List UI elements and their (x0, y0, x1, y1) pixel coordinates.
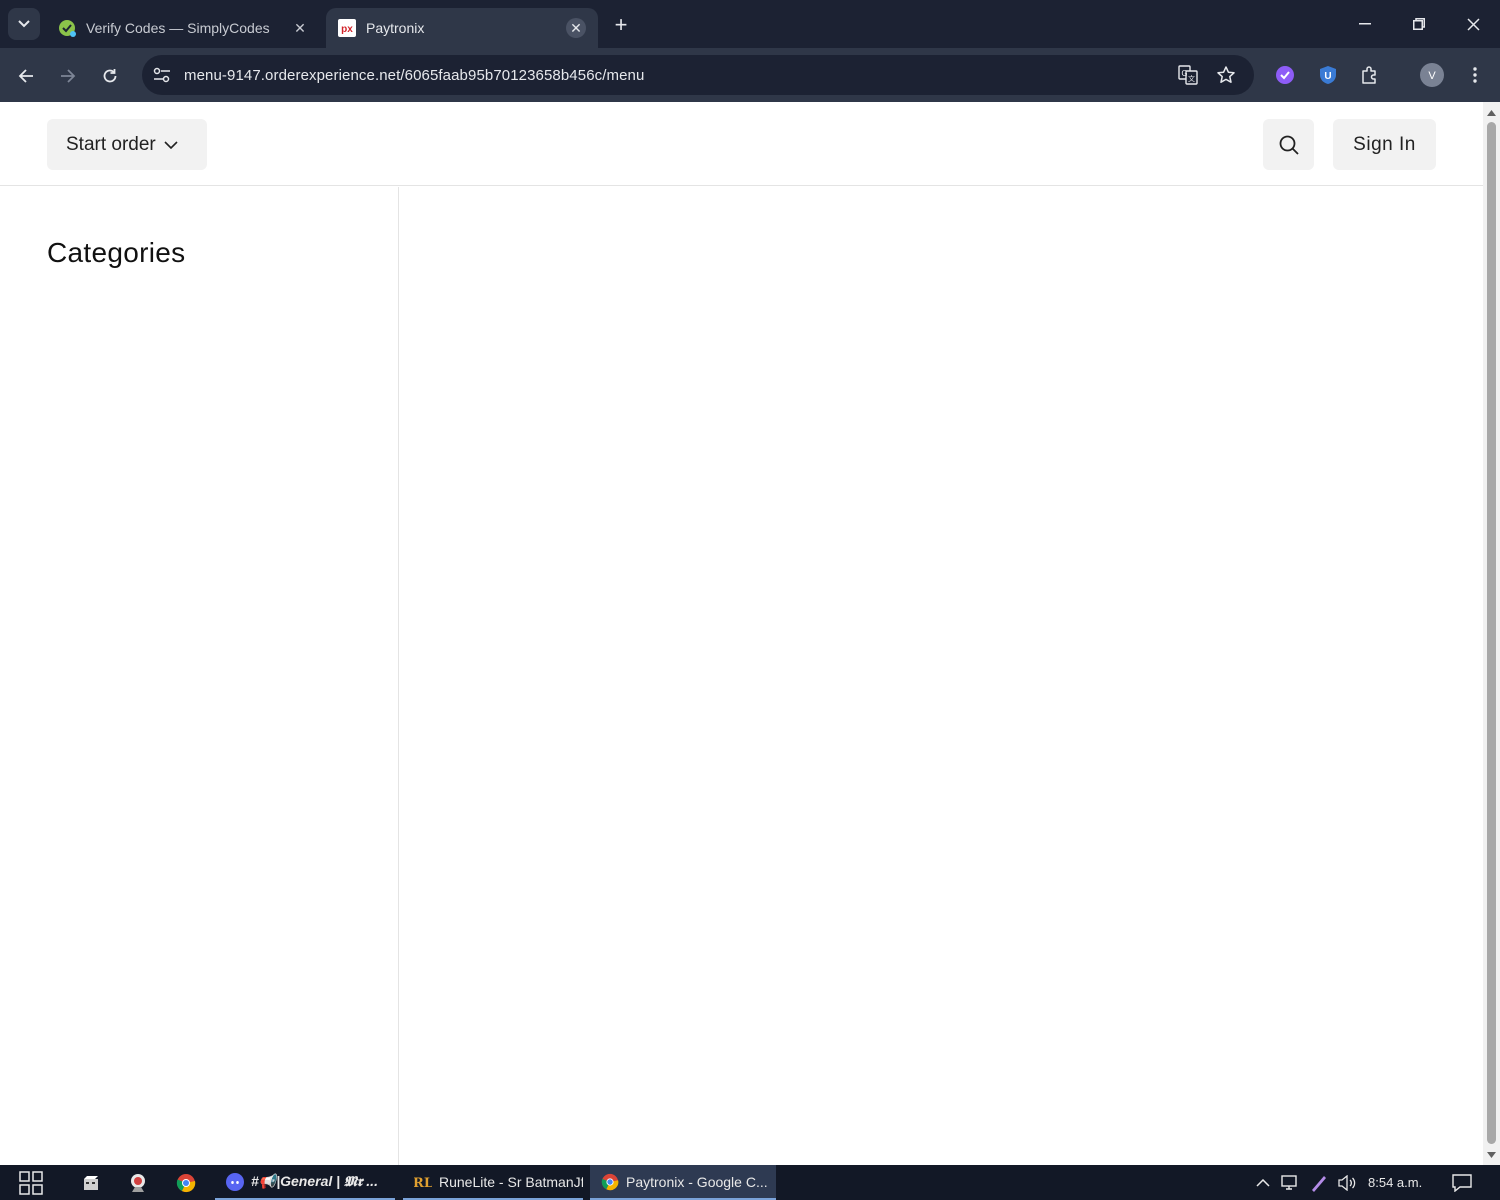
runelite-icon: RL (413, 1172, 433, 1192)
browser-menu-button[interactable] (1460, 60, 1490, 90)
tab-title: Paytronix (366, 20, 425, 36)
minimize-window-button[interactable] (1342, 6, 1388, 42)
sign-in-button[interactable]: Sign In (1333, 119, 1436, 170)
network-icon[interactable] (1279, 1165, 1303, 1200)
taskbar-app-label: Paytronix - Google C... (626, 1173, 768, 1190)
extension-purple-icon[interactable] (1270, 60, 1300, 90)
task-view-grid-icon (19, 1171, 43, 1195)
paytronix-icon: px (338, 19, 356, 37)
browser-tabstrip: Verify Codes — SimplyCodes ✕ px Paytroni… (0, 0, 1500, 48)
taskbar-app-discord[interactable]: #📢|General | 𝕸𝖗 ... (215, 1165, 395, 1200)
taskbar: #📢|General | 𝕸𝖗 ... RL RuneLite - Sr Bat… (0, 1165, 1500, 1200)
close-window-button[interactable] (1450, 6, 1496, 42)
reload-icon (103, 69, 117, 83)
kebab-menu-icon (1473, 67, 1477, 83)
pen-icon[interactable] (1307, 1165, 1331, 1200)
restore-window-button[interactable] (1396, 6, 1442, 42)
notifications-icon[interactable] (1450, 1165, 1474, 1200)
search-button[interactable] (1263, 119, 1314, 170)
shield-extension-icon[interactable]: U (1313, 60, 1343, 90)
chrome-icon[interactable] (170, 1168, 202, 1198)
bookmark-star-icon[interactable] (1210, 59, 1242, 91)
chevron-down-icon (164, 140, 178, 149)
scroll-down-arrow-icon[interactable] (1486, 1149, 1497, 1160)
url-text[interactable]: menu-9147.orderexperience.net/6065faab95… (184, 67, 644, 84)
restore-icon (1413, 18, 1425, 30)
volume-icon[interactable] (1335, 1165, 1359, 1200)
site-header: Start order Sign In (0, 102, 1483, 186)
scrollbar-thumb[interactable] (1487, 122, 1496, 1144)
start-order-button[interactable]: Start order (47, 119, 207, 170)
close-icon (1466, 17, 1480, 31)
address-bar[interactable]: menu-9147.orderexperience.net/6065faab95… (142, 55, 1254, 95)
reload-button[interactable] (94, 60, 126, 92)
chevron-down-icon (18, 20, 30, 28)
game-launcher-icon[interactable] (122, 1168, 154, 1198)
simplycodes-icon (58, 19, 76, 37)
page-scrollbar[interactable] (1483, 102, 1500, 1165)
show-hidden-icons-chevron-icon[interactable] (1252, 1165, 1274, 1200)
browser-toolbar: menu-9147.orderexperience.net/6065faab95… (0, 48, 1500, 102)
tab-search-button[interactable] (8, 8, 40, 40)
categories-sidebar: Categories (0, 187, 399, 1165)
web-page: Start order Sign In Categories (0, 102, 1483, 1165)
tab-close-icon[interactable]: ✕ (290, 18, 310, 38)
tab-paytronix[interactable]: px Paytronix ✕ (326, 8, 598, 48)
tab-verify-codes[interactable]: Verify Codes — SimplyCodes ✕ (46, 8, 322, 48)
minimize-icon (1359, 23, 1371, 25)
arrow-left-icon (18, 69, 33, 83)
start-order-label: Start order (66, 133, 156, 155)
svg-text:U: U (1324, 71, 1331, 82)
svg-text:RL: RL (414, 1176, 432, 1191)
tab-title: Verify Codes — SimplyCodes (86, 20, 270, 36)
svg-text:G: G (1181, 69, 1187, 78)
categories-heading: Categories (47, 237, 186, 268)
film-app-icon[interactable] (75, 1168, 107, 1198)
taskbar-app-label: RuneLite - Sr BatmanJf (439, 1173, 583, 1190)
profile-avatar[interactable]: V (1417, 60, 1447, 90)
profile-initial: V (1428, 70, 1436, 82)
svg-text:px: px (341, 24, 353, 35)
puzzle-extensions-icon[interactable] (1355, 60, 1385, 90)
arrow-right-icon (61, 69, 76, 83)
new-tab-plus-icon[interactable]: + (608, 12, 634, 38)
taskbar-app-runelite[interactable]: RL RuneLite - Sr BatmanJf (403, 1165, 583, 1200)
taskbar-app-chrome[interactable]: Paytronix - Google C... (590, 1165, 776, 1200)
svg-text:文: 文 (1188, 74, 1195, 83)
taskbar-app-label: #📢|General | 𝕸𝖗 ... (251, 1173, 378, 1189)
discord-icon (225, 1172, 245, 1192)
translate-icon[interactable]: G文 (1172, 59, 1204, 91)
site-settings-icon[interactable] (146, 59, 178, 91)
tab-close-icon[interactable]: ✕ (566, 18, 586, 38)
scroll-up-arrow-icon[interactable] (1486, 107, 1497, 118)
taskbar-clock[interactable]: 8:54 a.m. (1368, 1165, 1422, 1200)
start-button[interactable] (15, 1168, 47, 1198)
forward-button[interactable] (52, 60, 84, 92)
search-icon (1279, 135, 1299, 155)
chrome-icon (600, 1172, 620, 1192)
menu-content-area (399, 187, 1483, 1165)
back-button[interactable] (10, 60, 42, 92)
